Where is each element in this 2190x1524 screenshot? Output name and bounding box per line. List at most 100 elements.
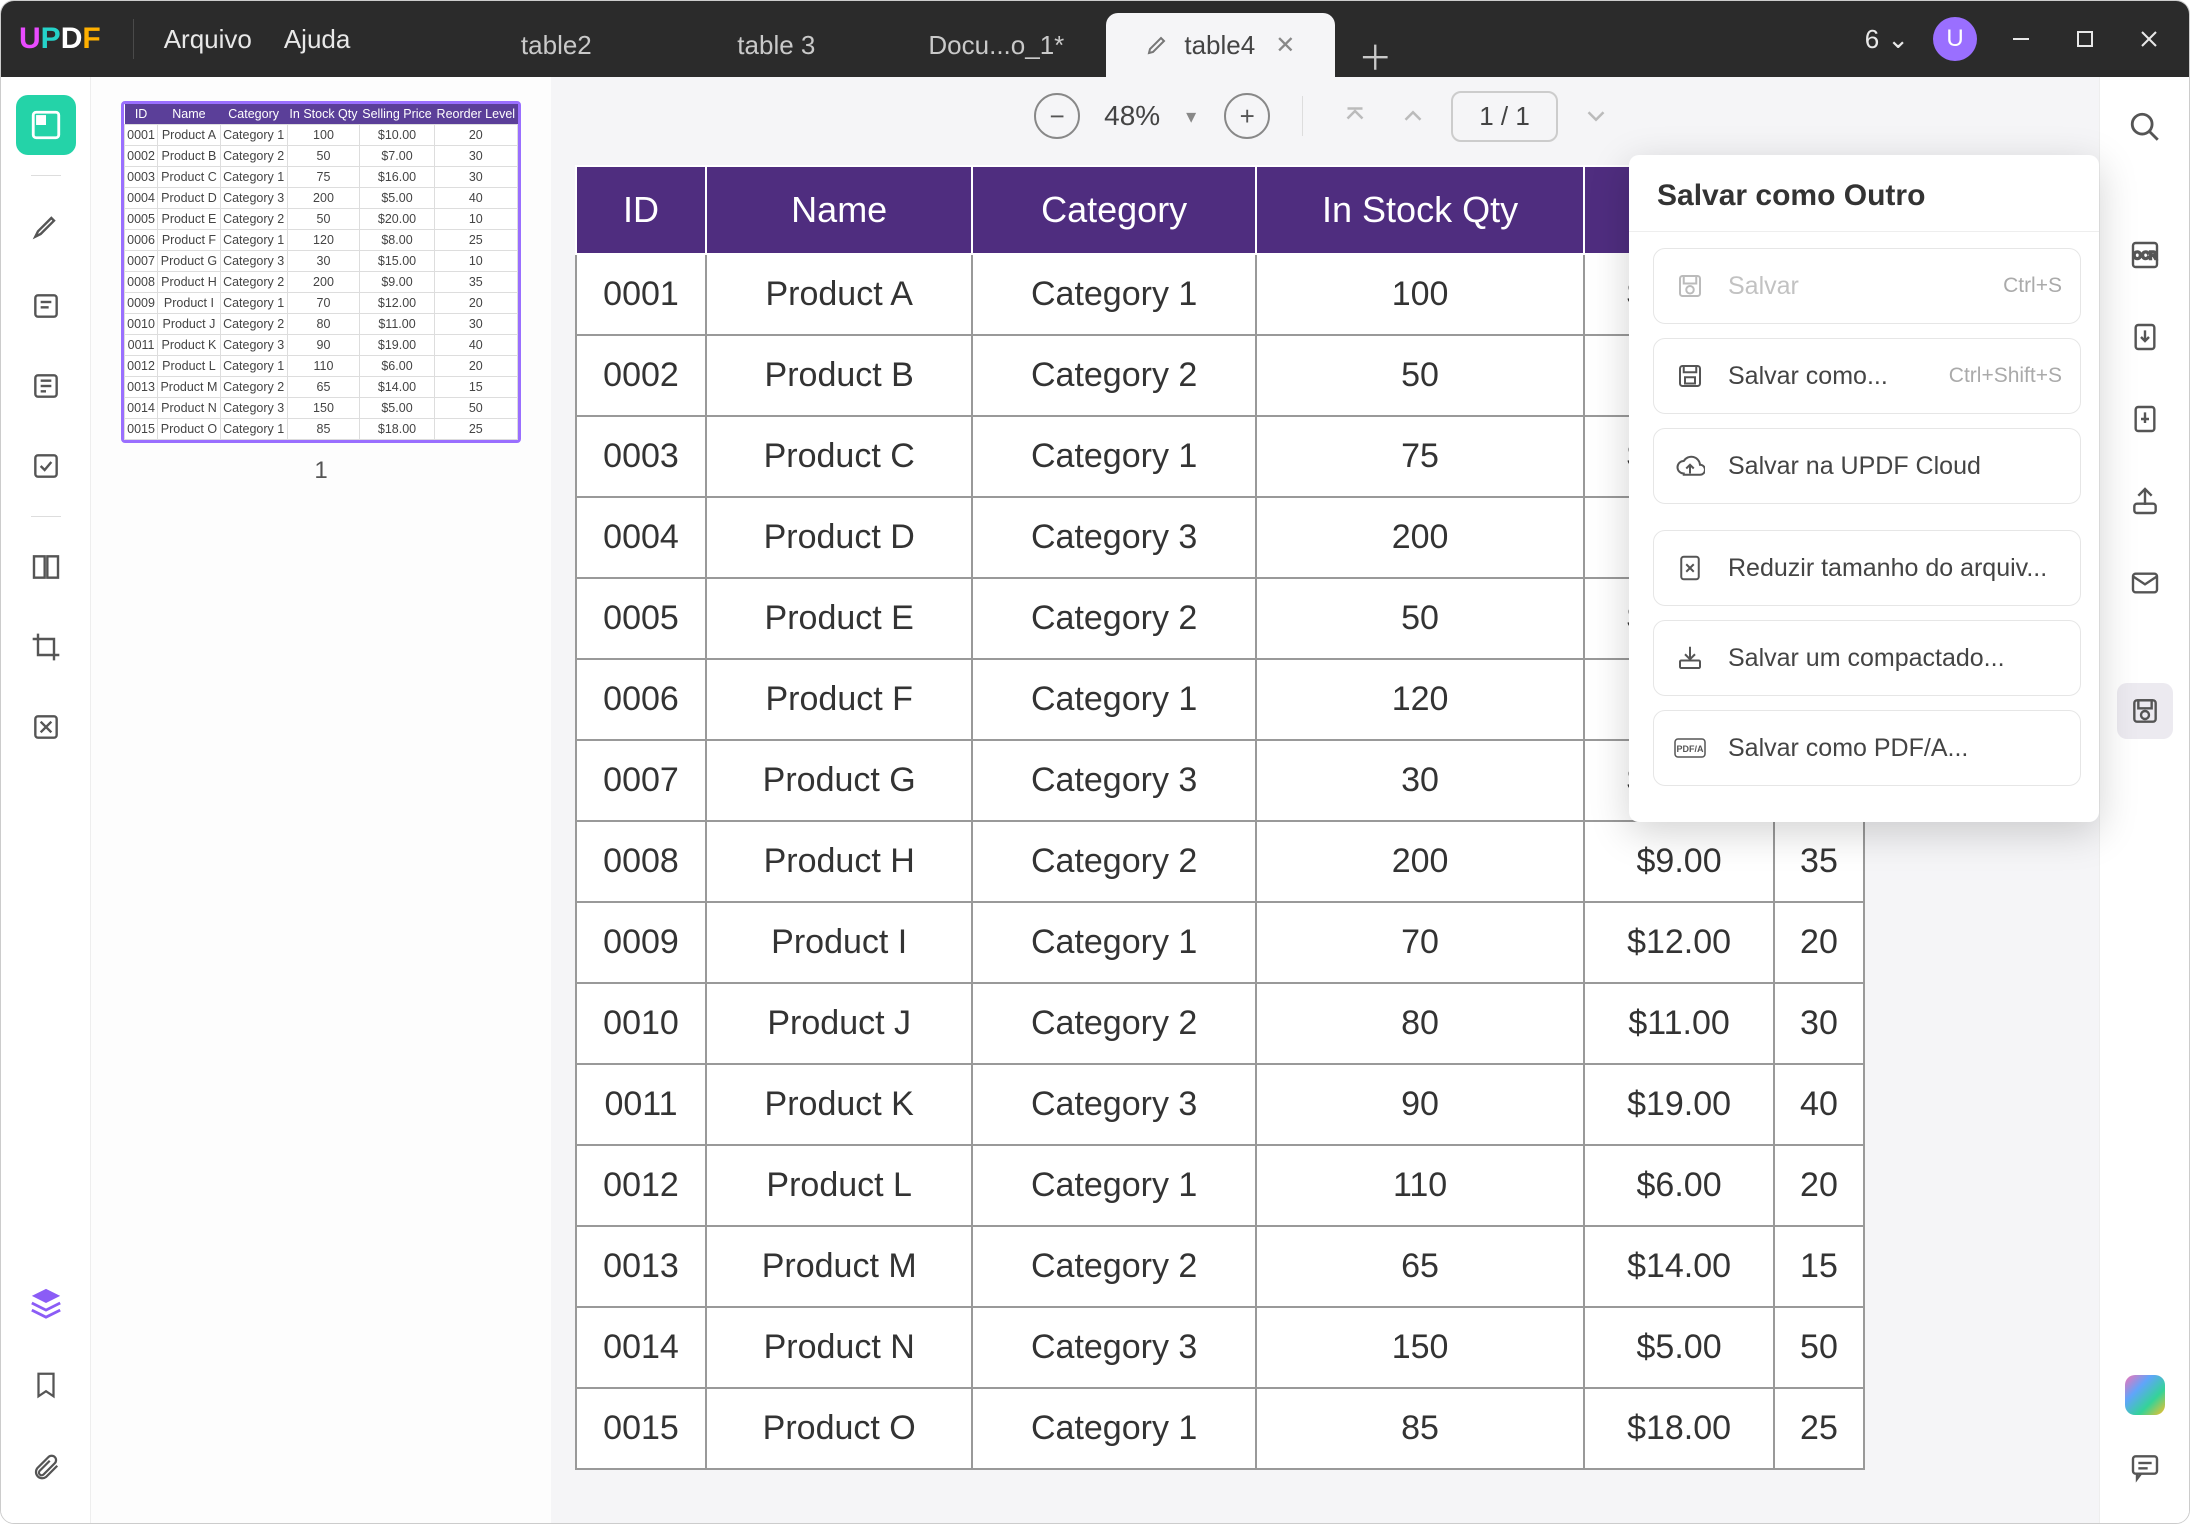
tab-table3[interactable]: table 3: [666, 13, 886, 77]
table-cell: 0008: [576, 821, 706, 902]
table-cell: Category 1: [972, 1388, 1256, 1469]
open-docs-count[interactable]: 6 ⌄: [1865, 24, 1909, 55]
user-avatar[interactable]: U: [1933, 17, 1977, 61]
tab-table2[interactable]: table2: [446, 13, 666, 77]
save-pdfa-button[interactable]: PDF/A Salvar como PDF/A...: [1653, 710, 2081, 786]
table-cell: 0004: [576, 497, 706, 578]
first-page-button[interactable]: [1335, 96, 1375, 136]
email-button[interactable]: [2117, 555, 2173, 611]
table-cell: 50: [1256, 335, 1584, 416]
table-cell: 0003: [576, 416, 706, 497]
thumbnails-tool[interactable]: [16, 95, 76, 155]
table-cell: Product H: [706, 821, 972, 902]
table-cell: Category 3: [972, 497, 1256, 578]
edit-tool[interactable]: [16, 436, 76, 496]
table-cell: Category 1: [972, 902, 1256, 983]
save-button[interactable]: Salvar Ctrl+S: [1653, 248, 2081, 324]
close-icon[interactable]: ✕: [1275, 31, 1295, 60]
table-cell: 120: [1256, 659, 1584, 740]
zoom-in-button[interactable]: +: [1224, 93, 1270, 139]
save-as-other-panel: Salvar como Outro Salvar Ctrl+S Salvar c…: [1629, 155, 2099, 822]
table-cell: 0007: [576, 740, 706, 821]
table-cell: 35: [1774, 821, 1864, 902]
attachment-tool[interactable]: [16, 1437, 76, 1497]
table-cell: 50: [1774, 1307, 1864, 1388]
save-flatten-button[interactable]: Salvar um compactado...: [1653, 620, 2081, 696]
table-cell: $6.00: [1584, 1145, 1774, 1226]
table-header: In Stock Qty: [1256, 166, 1584, 254]
chevron-down-icon[interactable]: ▾: [1186, 104, 1196, 129]
table-cell: Product B: [706, 335, 972, 416]
save-as-button[interactable]: Salvar como... Ctrl+Shift+S: [1653, 338, 2081, 414]
next-page-button[interactable]: [1576, 96, 1616, 136]
svg-text:OCR: OCR: [2133, 250, 2157, 262]
new-tab-button[interactable]: ＋: [1353, 33, 1397, 77]
table-cell: Product I: [706, 902, 972, 983]
table-cell: Category 1: [972, 416, 1256, 497]
table-cell: Category 1: [972, 1145, 1256, 1226]
ocr-button[interactable]: OCR: [2117, 227, 2173, 283]
batch-button[interactable]: [2117, 391, 2173, 447]
table-cell: Product A: [706, 254, 972, 335]
save-as-other-button[interactable]: [2117, 683, 2173, 739]
table-cell: 75: [1256, 416, 1584, 497]
table-cell: 200: [1256, 497, 1584, 578]
bookmark-tool[interactable]: [16, 1355, 76, 1415]
table-cell: 0013: [576, 1226, 706, 1307]
tab-label: table4: [1184, 30, 1255, 61]
tab-table4[interactable]: table4 ✕: [1106, 13, 1335, 77]
highlight-tool[interactable]: [16, 196, 76, 256]
item-label: Salvar como PDF/A...: [1728, 734, 2062, 763]
tab-label: table 3: [737, 30, 815, 61]
comment-tool[interactable]: [16, 276, 76, 336]
table-cell: 65: [1256, 1226, 1584, 1307]
redact-tool[interactable]: [16, 697, 76, 757]
layers-tool[interactable]: [16, 1273, 76, 1333]
toolbar-divider: [31, 175, 61, 176]
read-tool[interactable]: [16, 356, 76, 416]
table-cell: 30: [1256, 740, 1584, 821]
table-cell: 100: [1256, 254, 1584, 335]
table-cell: Product G: [706, 740, 972, 821]
menu-help[interactable]: Ajuda: [268, 24, 367, 55]
count-value: 6: [1865, 24, 1879, 55]
total-pages: 1: [1515, 101, 1529, 131]
menu-file[interactable]: Arquivo: [148, 24, 268, 55]
search-button[interactable]: [2117, 99, 2173, 155]
table-cell: 25: [1774, 1388, 1864, 1469]
table-cell: Category 2: [972, 335, 1256, 416]
table-cell: 15: [1774, 1226, 1864, 1307]
table-cell: Product F: [706, 659, 972, 740]
maximize-button[interactable]: [2065, 19, 2105, 59]
table-cell: 0006: [576, 659, 706, 740]
table-cell: Product O: [706, 1388, 972, 1469]
chat-button[interactable]: [2117, 1439, 2173, 1495]
convert-button[interactable]: [2117, 309, 2173, 365]
crop-tool[interactable]: [16, 617, 76, 677]
page-thumbnail[interactable]: IDNameCategoryIn Stock QtySelling PriceR…: [121, 101, 521, 443]
table-cell: $11.00: [1584, 983, 1774, 1064]
table-cell: Category 2: [972, 578, 1256, 659]
ai-assistant-button[interactable]: [2125, 1375, 2165, 1415]
app-body: IDNameCategoryIn Stock QtySelling PriceR…: [1, 77, 2189, 1523]
table-cell: Category 2: [972, 983, 1256, 1064]
share-button[interactable]: [2117, 473, 2173, 529]
save-cloud-button[interactable]: Salvar na UPDF Cloud: [1653, 428, 2081, 504]
table-cell: Product M: [706, 1226, 972, 1307]
page-indicator[interactable]: 1 / 1: [1451, 91, 1558, 142]
reduce-size-button[interactable]: Reduzir tamanho do arquiv...: [1653, 530, 2081, 606]
organize-tool[interactable]: [16, 537, 76, 597]
table-row: 0014Product NCategory 3150$5.0050: [576, 1307, 1864, 1388]
table-cell: $19.00: [1584, 1064, 1774, 1145]
table-cell: Category 3: [972, 740, 1256, 821]
zoom-level[interactable]: 48%: [1098, 100, 1166, 132]
minimize-button[interactable]: [2001, 19, 2041, 59]
zoom-out-button[interactable]: −: [1034, 93, 1080, 139]
cloud-upload-icon: [1672, 448, 1708, 484]
prev-page-button[interactable]: [1393, 96, 1433, 136]
tab-docu-o-1[interactable]: Docu...o_1*: [886, 13, 1106, 77]
close-window-button[interactable]: [2129, 19, 2169, 59]
table-row: 0009Product ICategory 170$12.0020: [576, 902, 1864, 983]
table-header: Category: [972, 166, 1256, 254]
compress-icon: [1672, 550, 1708, 586]
